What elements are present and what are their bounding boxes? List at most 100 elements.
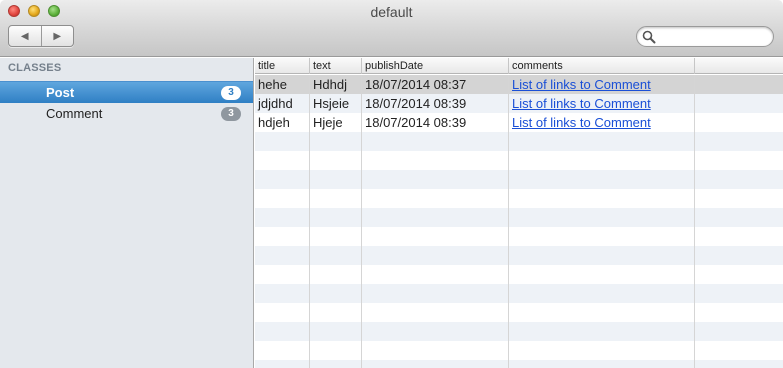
table-cell: 18/07/2014 08:39 [362, 94, 509, 113]
table-cell [362, 170, 509, 189]
table-row[interactable]: hdjeh Hjeje 18/07/2014 08:39 List of links … [255, 113, 783, 132]
table-row[interactable] [255, 132, 783, 151]
table-row[interactable] [255, 208, 783, 227]
table-cell [509, 208, 695, 227]
table-cell [695, 94, 783, 113]
count-badge: 3 [221, 86, 241, 100]
table-cell: Hdhdj [310, 75, 362, 94]
table-row[interactable] [255, 360, 783, 368]
table-cell [695, 265, 783, 284]
table-row[interactable] [255, 170, 783, 189]
table-cell [695, 208, 783, 227]
table-cell [509, 360, 695, 368]
table-cell [509, 322, 695, 341]
table-cell [310, 322, 362, 341]
table-cell [255, 151, 310, 170]
table-cell [362, 284, 509, 303]
table-cell: List of links to Comment [509, 75, 695, 94]
comments-link[interactable]: List of links to Comment [512, 77, 651, 92]
table-row[interactable] [255, 284, 783, 303]
table-cell [509, 265, 695, 284]
table-cell [310, 360, 362, 368]
table-cell [695, 341, 783, 360]
table-cell [509, 303, 695, 322]
back-button[interactable]: ◀ [9, 26, 41, 46]
table-cell [509, 151, 695, 170]
table-cell [509, 284, 695, 303]
column-header-comments[interactable]: comments [509, 58, 695, 74]
back-arrow-icon: ◀ [20, 30, 29, 42]
table-cell [695, 246, 783, 265]
sidebar-item-comment[interactable]: Comment 3 [0, 103, 253, 125]
table-cell [509, 189, 695, 208]
comments-link[interactable]: List of links to Comment [512, 96, 651, 111]
navigation-segmented-control: ◀ ▶ [8, 25, 74, 47]
sidebar-item-label: Post [46, 85, 75, 100]
table-row[interactable] [255, 151, 783, 170]
table-cell [310, 303, 362, 322]
table-cell [362, 151, 509, 170]
table-header: title text publishDate comments [255, 58, 783, 74]
count-badge: 3 [221, 107, 241, 121]
table-cell: hdjeh [255, 113, 310, 132]
table-cell [255, 341, 310, 360]
comments-link[interactable]: List of links to Comment [512, 115, 651, 130]
table-cell [255, 303, 310, 322]
table-cell [509, 341, 695, 360]
sidebar-heading: CLASSES [8, 62, 62, 74]
table-cell: hehe [255, 75, 310, 94]
forward-button[interactable]: ▶ [40, 26, 74, 46]
table-cell [509, 170, 695, 189]
table-cell [695, 322, 783, 341]
column-header-empty [695, 58, 783, 74]
table-cell [362, 360, 509, 368]
table-cell [310, 227, 362, 246]
table-cell [362, 265, 509, 284]
table-cell [362, 322, 509, 341]
table-cell [362, 208, 509, 227]
table-cell [695, 75, 783, 94]
column-header-publishdate[interactable]: publishDate [362, 58, 509, 74]
table-row[interactable] [255, 246, 783, 265]
table-row[interactable] [255, 189, 783, 208]
classes-sidebar: CLASSES Post 3 Comment 3 [0, 58, 254, 368]
table-cell [255, 246, 310, 265]
sidebar-item-label: Comment [46, 106, 103, 121]
table-cell [362, 246, 509, 265]
forward-arrow-icon: ▶ [53, 30, 62, 42]
table-cell: List of links to Comment [509, 113, 695, 132]
table-row[interactable]: hehe Hdhdj 18/07/2014 08:37 List of links t… [255, 75, 783, 94]
column-header-title[interactable]: title [255, 58, 310, 74]
records-table: title text publishDate comments hehe Hdhd… [255, 58, 783, 368]
sidebar-item-post[interactable]: Post 3 [0, 81, 253, 103]
table-cell [255, 265, 310, 284]
table-cell [695, 303, 783, 322]
table-cell [255, 170, 310, 189]
table-cell [255, 208, 310, 227]
table-cell [362, 227, 509, 246]
table-cell: 18/07/2014 08:39 [362, 113, 509, 132]
table-cell [695, 227, 783, 246]
search-field[interactable] [636, 26, 774, 47]
table-row[interactable] [255, 322, 783, 341]
table-cell [310, 208, 362, 227]
table-cell [362, 303, 509, 322]
table-row[interactable] [255, 265, 783, 284]
table-cell [310, 132, 362, 151]
column-header-text[interactable]: text [310, 58, 362, 74]
window-title: default [370, 4, 413, 20]
table-row[interactable] [255, 227, 783, 246]
table-cell [695, 170, 783, 189]
table-cell [255, 189, 310, 208]
table-row[interactable] [255, 303, 783, 322]
table-cell [695, 113, 783, 132]
search-icon [642, 30, 656, 44]
table-row[interactable] [255, 341, 783, 360]
table-cell [255, 322, 310, 341]
table-row[interactable]: jdjdhd Hsjeie 18/07/2014 08:39 List of link… [255, 94, 783, 113]
table-cell [310, 265, 362, 284]
search-input[interactable] [657, 28, 767, 45]
table-cell [255, 132, 310, 151]
table-cell [255, 227, 310, 246]
table-cell: Hsjeie [310, 94, 362, 113]
